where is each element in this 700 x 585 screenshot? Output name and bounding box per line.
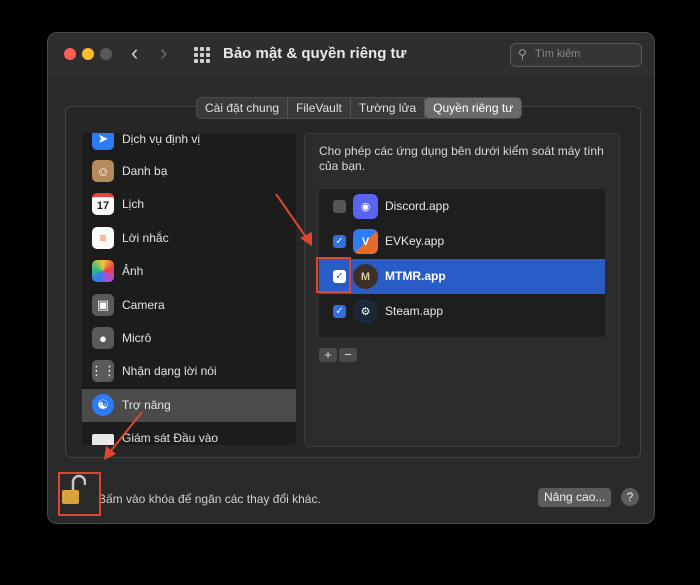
arrow-to-lock [104, 411, 143, 460]
microphone-icon: ● [92, 327, 114, 349]
sidebar-item-label: Camera [122, 298, 165, 312]
tab-filevault[interactable]: FileVault [288, 98, 351, 118]
list-item[interactable]: ✓ M MTMR.app [319, 259, 605, 294]
sidebar-item-contacts[interactable]: ☺ Danh bạ [82, 155, 296, 188]
app-name: Steam.app [385, 304, 444, 318]
help-button[interactable]: ? [621, 488, 639, 506]
add-app-button[interactable]: + [319, 348, 337, 362]
close-window-button[interactable] [64, 48, 76, 60]
discord-icon: ◉ [353, 194, 378, 219]
back-button[interactable]: ‹ [131, 42, 138, 64]
minimize-window-button[interactable] [82, 48, 94, 60]
app-checkbox[interactable]: ✓ [333, 305, 346, 318]
sidebar-item-label: Danh bạ [122, 164, 168, 178]
sidebar-item-label: Nhận dạng lời nói [122, 364, 217, 378]
reminders-icon: ≡ [92, 227, 114, 249]
photos-icon [92, 260, 114, 282]
accessibility-panel: Cho phép các ứng dụng bên dưới kiểm soát… [304, 133, 620, 447]
lock-hint-text: Bấm vào khóa để ngăn các thay đổi khác. [98, 492, 321, 506]
sidebar-item-reminders[interactable]: ≡ Lời nhắc [82, 222, 296, 255]
speech-recognition-icon: ⋮⋮ [90, 360, 116, 382]
sidebar-item-label: Micrô [122, 331, 152, 345]
app-name: EVKey.app [385, 234, 445, 248]
search-field[interactable]: ⚲ Tìm kiếm [510, 43, 642, 67]
tab-general[interactable]: Cài đặt chung [197, 98, 289, 118]
location-icon: ➤ [92, 133, 114, 150]
panel-description: Cho phép các ứng dụng bên dưới kiểm soát… [319, 144, 604, 173]
lock-highlight-box [58, 472, 101, 516]
list-item[interactable]: ◉ Discord.app [319, 189, 605, 224]
advanced-button[interactable]: Nâng cao... [538, 488, 612, 507]
forward-button[interactable]: › [160, 42, 167, 64]
tab-bar: Cài đặt chung FileVault Tường lửa Quyền … [196, 97, 523, 119]
zoom-window-button[interactable] [100, 48, 112, 60]
title-bar: ‹ › Bảo mật & quyền riêng tư ⚲ Tìm kiếm [48, 33, 654, 77]
tab-privacy[interactable]: Quyền riêng tư [425, 98, 522, 118]
sidebar-item-location[interactable]: ➤ Dịch vụ định vị [82, 133, 296, 156]
evkey-icon: V [353, 229, 378, 254]
camera-icon: ▣ [92, 294, 114, 316]
calendar-icon: 17 [92, 193, 114, 215]
remove-app-button[interactable]: − [339, 348, 357, 362]
sidebar-item-microphone[interactable]: ● Micrô [82, 322, 296, 355]
sidebar-item-label: Lời nhắc [122, 231, 169, 245]
mtmr-icon: M [353, 264, 378, 289]
arrow-to-checkbox [275, 193, 312, 246]
sidebar-item-label: Lịch [122, 197, 145, 211]
list-item[interactable]: ✓ ⚙ Steam.app [319, 294, 605, 329]
sidebar-item-speech-recognition[interactable]: ⋮⋮ Nhận dạng lời nói [82, 355, 296, 388]
app-name: Discord.app [385, 199, 450, 213]
sidebar-item-calendar[interactable]: 17 Lịch [82, 188, 296, 221]
list-item[interactable]: ✓ V EVKey.app [319, 224, 605, 259]
sidebar-item-camera[interactable]: ▣ Camera [82, 289, 296, 322]
tab-firewall[interactable]: Tường lửa [351, 98, 426, 118]
app-checkbox[interactable]: ✓ [333, 235, 346, 248]
search-placeholder: Tìm kiếm [535, 48, 581, 60]
search-icon: ⚲ [518, 47, 527, 61]
privacy-sidebar: ➤ Dịch vụ định vị ☺ Danh bạ 17 Lịch ≡ Lờ… [82, 133, 296, 445]
sidebar-item-photos[interactable]: Ảnh [82, 255, 296, 288]
show-all-grid-icon[interactable] [194, 47, 210, 63]
sidebar-item-label: Ảnh [122, 264, 144, 278]
steam-icon: ⚙ [353, 299, 378, 324]
app-name: MTMR.app [385, 269, 446, 283]
contacts-icon: ☺ [92, 160, 114, 182]
checkbox-highlight-box [316, 257, 351, 293]
app-list: ◉ Discord.app ✓ V EVKey.app ✓ M MTMR.app… [319, 189, 605, 337]
window-title: Bảo mật & quyền riêng tư [223, 45, 407, 62]
sidebar-item-label: Dịch vụ định vị [122, 133, 201, 146]
app-checkbox[interactable] [333, 200, 346, 213]
